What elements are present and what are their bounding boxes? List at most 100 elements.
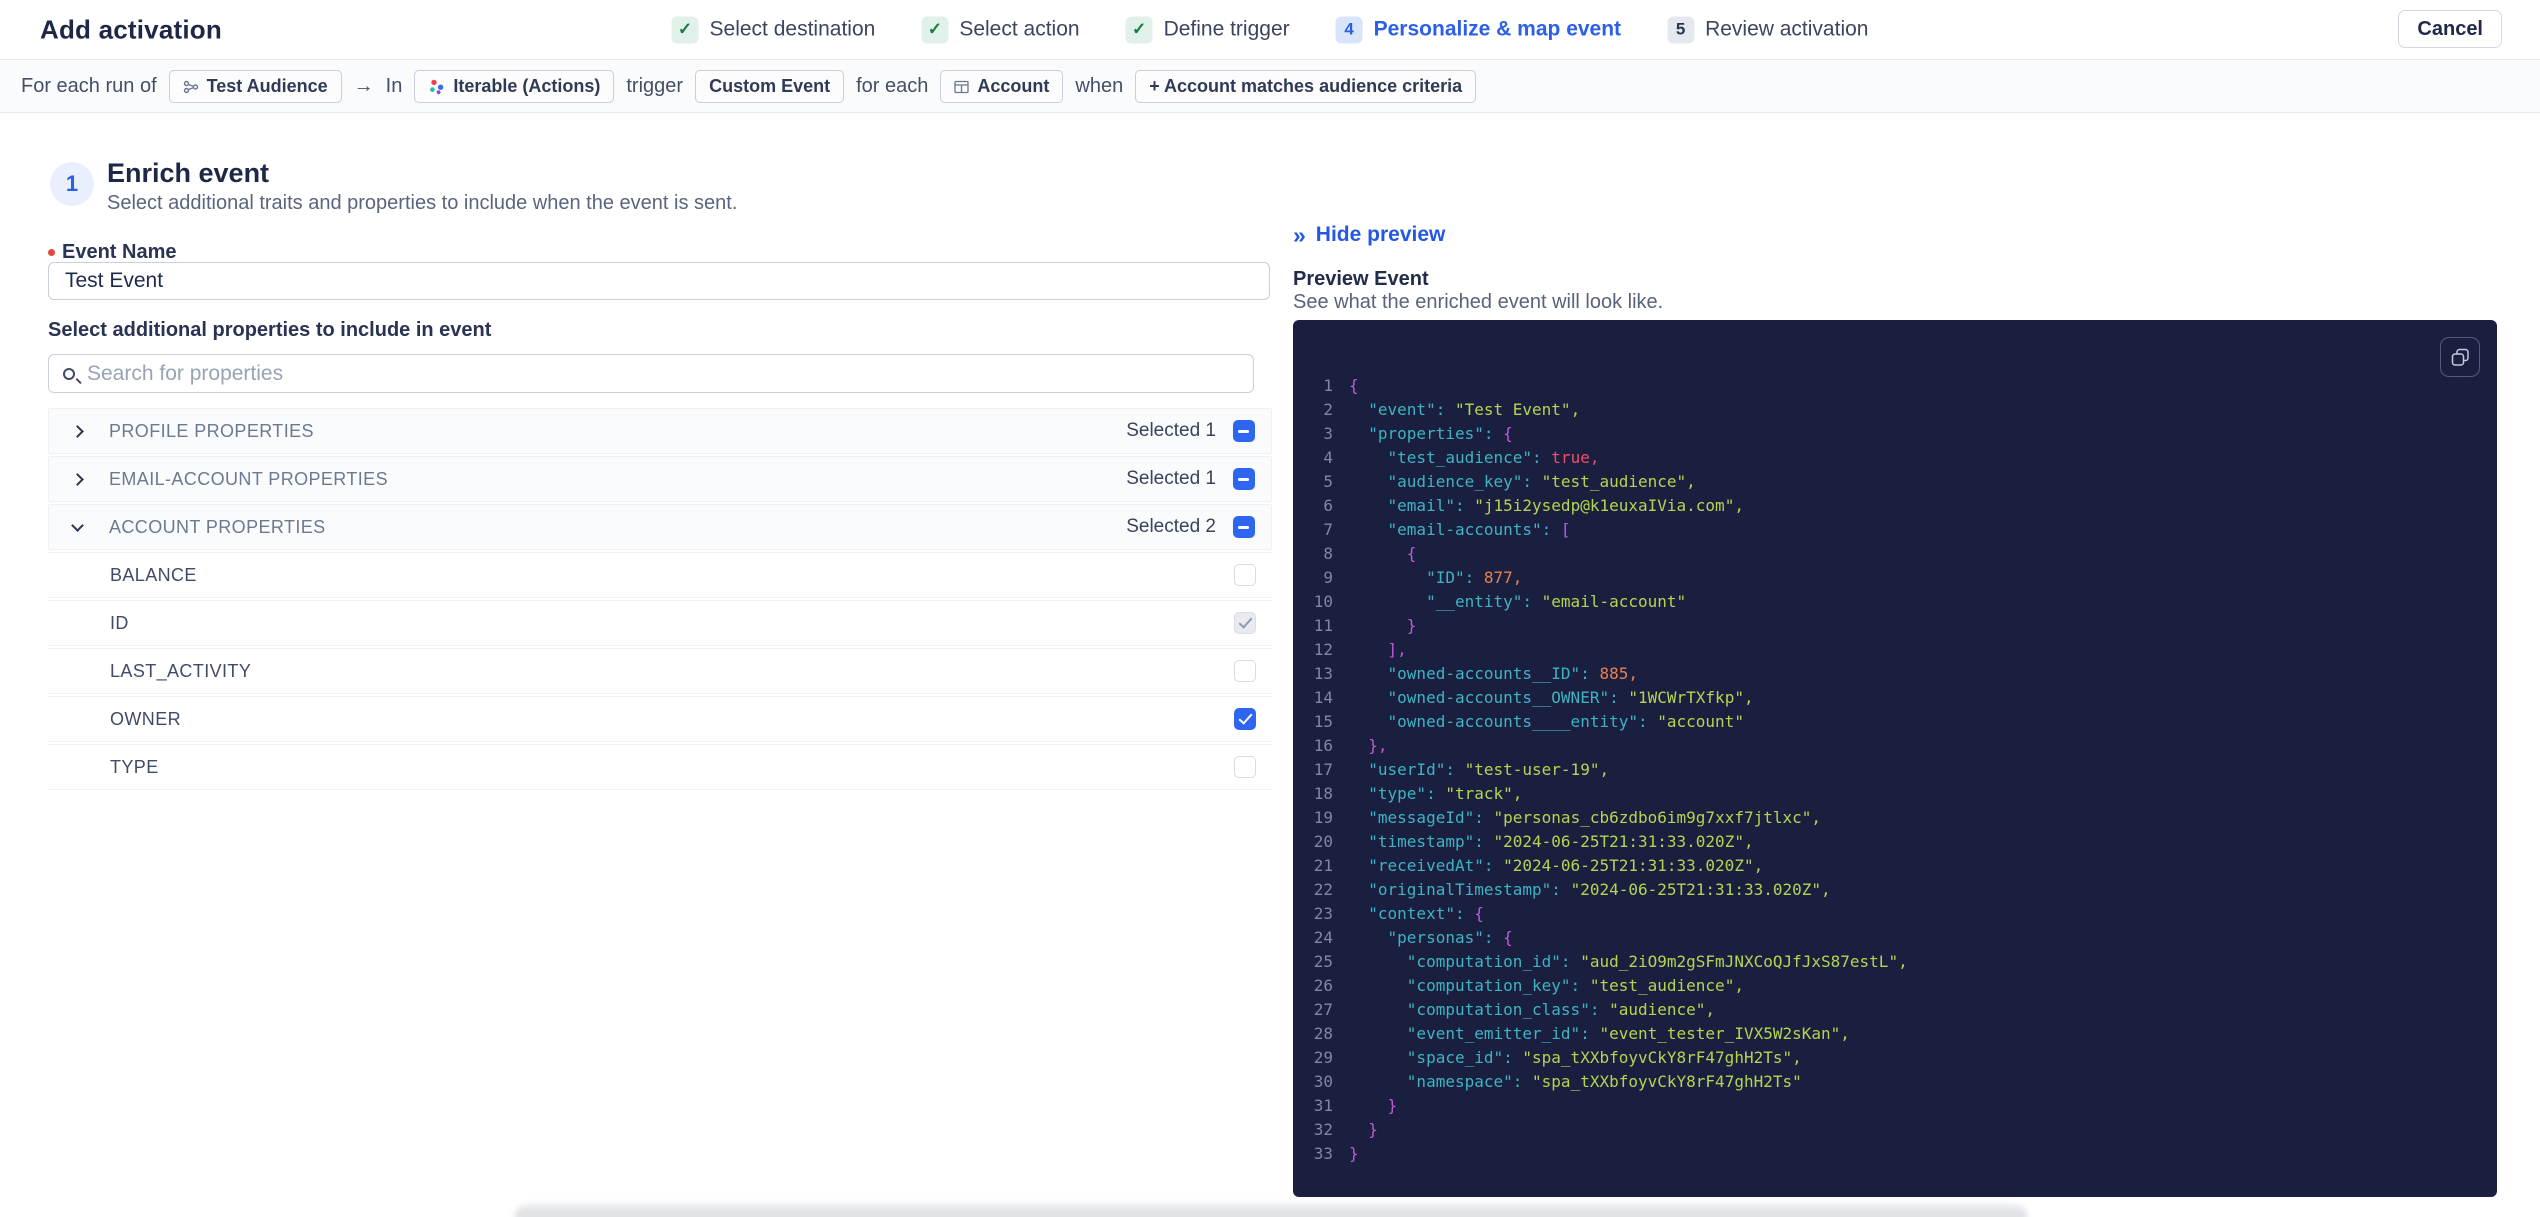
code-line: 28 "event_emitter_id": "event_tester_IVX… — [1293, 1022, 2497, 1046]
property-group-header[interactable]: EMAIL-ACCOUNT PROPERTIES Selected 1 — [48, 456, 1272, 502]
summary-in: In — [385, 75, 403, 97]
search-input[interactable] — [87, 361, 1239, 386]
property-checkbox[interactable] — [1234, 708, 1256, 730]
property-row[interactable]: BALANCE — [48, 552, 1272, 598]
line-number: 25 — [1313, 952, 1333, 971]
preview-title: Preview Event — [1293, 268, 1429, 290]
code-line: 27 "computation_class": "audience", — [1293, 998, 2497, 1022]
code-value-token: { — [1503, 424, 1513, 443]
property-checkbox[interactable] — [1234, 612, 1256, 634]
code-line: 1{ — [1293, 374, 2497, 398]
line-number: 13 — [1313, 664, 1333, 683]
stepper: ✓ Select destination ✓ Select action ✓ D… — [671, 16, 1868, 43]
line-number: 21 — [1313, 856, 1333, 875]
hide-preview-link[interactable]: » Hide preview — [1293, 223, 1445, 247]
code-key-token: "computation_class": — [1349, 1000, 1610, 1019]
code-value-token: "account" — [1657, 712, 1744, 731]
line-number: 33 — [1313, 1144, 1333, 1163]
group-checkbox[interactable] — [1233, 420, 1255, 442]
selected-count: Selected 2 — [1126, 516, 1216, 537]
code-key-token: "context": — [1349, 904, 1475, 923]
step-label: Personalize & map event — [1373, 17, 1622, 41]
step-badge-icon: ✓ — [1125, 16, 1153, 43]
event-name-label: Event Name — [48, 241, 177, 264]
code-line: 32 } — [1293, 1118, 2497, 1142]
line-number: 18 — [1313, 784, 1333, 803]
condition-chip-label: + Account matches audience criteria — [1149, 76, 1463, 96]
line-number: 32 — [1313, 1120, 1333, 1139]
code-line: 17 "userId": "test-user-19", — [1293, 758, 2497, 782]
property-row[interactable]: OWNER — [48, 696, 1272, 742]
stepper-step[interactable]: ✓ Define trigger — [1125, 16, 1290, 43]
code-key-token: "audience_key": — [1349, 472, 1542, 491]
group-checkbox[interactable] — [1233, 516, 1255, 538]
code-value-token: "2024-06-25T21:31:33.020Z", — [1493, 832, 1754, 851]
code-value-token: "test_audience", — [1541, 472, 1696, 491]
line-number: 16 — [1313, 736, 1333, 755]
cancel-button[interactable]: Cancel — [2398, 10, 2502, 48]
line-number: 30 — [1313, 1072, 1333, 1091]
line-number: 7 — [1323, 520, 1333, 539]
entity-chip[interactable]: Account — [940, 70, 1064, 103]
code-line: 22 "originalTimestamp": "2024-06-25T21:3… — [1293, 878, 2497, 902]
property-group-header[interactable]: PROFILE PROPERTIES Selected 1 — [48, 408, 1272, 454]
copy-icon — [2451, 348, 2469, 366]
property-group-header[interactable]: ACCOUNT PROPERTIES Selected 2 — [48, 504, 1272, 550]
chevron-icon[interactable] — [71, 472, 84, 486]
code-key-token: "messageId": — [1349, 808, 1494, 827]
code-line: 24 "personas": { — [1293, 926, 2497, 950]
code-line: 21 "receivedAt": "2024-06-25T21:31:33.02… — [1293, 854, 2497, 878]
property-checkbox[interactable] — [1234, 756, 1256, 778]
properties-section-label: Select additional properties to include … — [48, 319, 492, 341]
line-number: 2 — [1323, 400, 1333, 419]
code-value-token: } — [1368, 1120, 1378, 1139]
property-group-label: PROFILE PROPERTIES — [109, 420, 314, 441]
audience-chip[interactable]: Test Audience — [168, 70, 342, 103]
property-row[interactable]: ID — [48, 600, 1272, 646]
stepper-step[interactable]: ✓ Select action — [921, 16, 1080, 43]
code-value-token: }, — [1368, 736, 1388, 755]
property-search-box[interactable] — [48, 354, 1254, 393]
code-value-token: ], — [1387, 640, 1407, 659]
stepper-step[interactable]: ✓ Select destination — [671, 16, 876, 43]
code-value-token: "track", — [1445, 784, 1523, 803]
property-label: LAST_ACTIVITY — [110, 660, 252, 681]
stepper-step[interactable]: 4 Personalize & map event — [1335, 16, 1622, 43]
chevron-icon[interactable] — [71, 518, 84, 532]
trigger-chip-label: Custom Event — [709, 76, 831, 96]
code-key-token — [1349, 640, 1388, 659]
audience-icon — [183, 80, 198, 93]
code-value-token: [ — [1560, 520, 1571, 539]
property-checkbox[interactable] — [1234, 660, 1256, 682]
condition-chip[interactable]: + Account matches audience criteria — [1135, 70, 1477, 103]
step-label: Select destination — [709, 17, 876, 41]
chevron-icon[interactable] — [71, 424, 84, 438]
code-value-token: "test-user-19", — [1464, 760, 1610, 779]
line-number: 14 — [1313, 688, 1333, 707]
code-line: 6 "email": "j15i2ysedp@k1euxaIVia.com", — [1293, 494, 2497, 518]
stepper-step[interactable]: 5 Review activation — [1667, 16, 1868, 43]
code-line: 11 } — [1293, 614, 2497, 638]
code-key-token: "personas": — [1349, 928, 1504, 947]
line-number: 15 — [1313, 712, 1333, 731]
code-value-token: "1WCWrTXfkp", — [1628, 688, 1754, 707]
destination-chip[interactable]: Iterable (Actions) — [414, 70, 615, 103]
code-line: 31 } — [1293, 1094, 2497, 1118]
trigger-chip[interactable]: Custom Event — [695, 70, 845, 103]
event-name-input[interactable] — [48, 262, 1270, 300]
property-label: ID — [110, 612, 129, 633]
property-label: OWNER — [110, 708, 181, 729]
code-value-token: "2024-06-25T21:31:33.020Z", — [1503, 856, 1764, 875]
code-value-token: } — [1406, 616, 1417, 635]
code-line: 9 "ID": 877, — [1293, 566, 2497, 590]
property-checkbox[interactable] — [1234, 564, 1256, 586]
code-value-token: { — [1406, 544, 1417, 563]
property-row[interactable]: TYPE — [48, 744, 1272, 790]
copy-button[interactable] — [2440, 337, 2480, 377]
line-number: 31 — [1313, 1096, 1333, 1115]
code-line: 2 "event": "Test Event", — [1293, 398, 2497, 422]
group-checkbox[interactable] — [1233, 468, 1255, 490]
step-badge-icon: 5 — [1667, 16, 1695, 43]
step-badge-icon: ✓ — [671, 16, 699, 43]
property-row[interactable]: LAST_ACTIVITY — [48, 648, 1272, 694]
